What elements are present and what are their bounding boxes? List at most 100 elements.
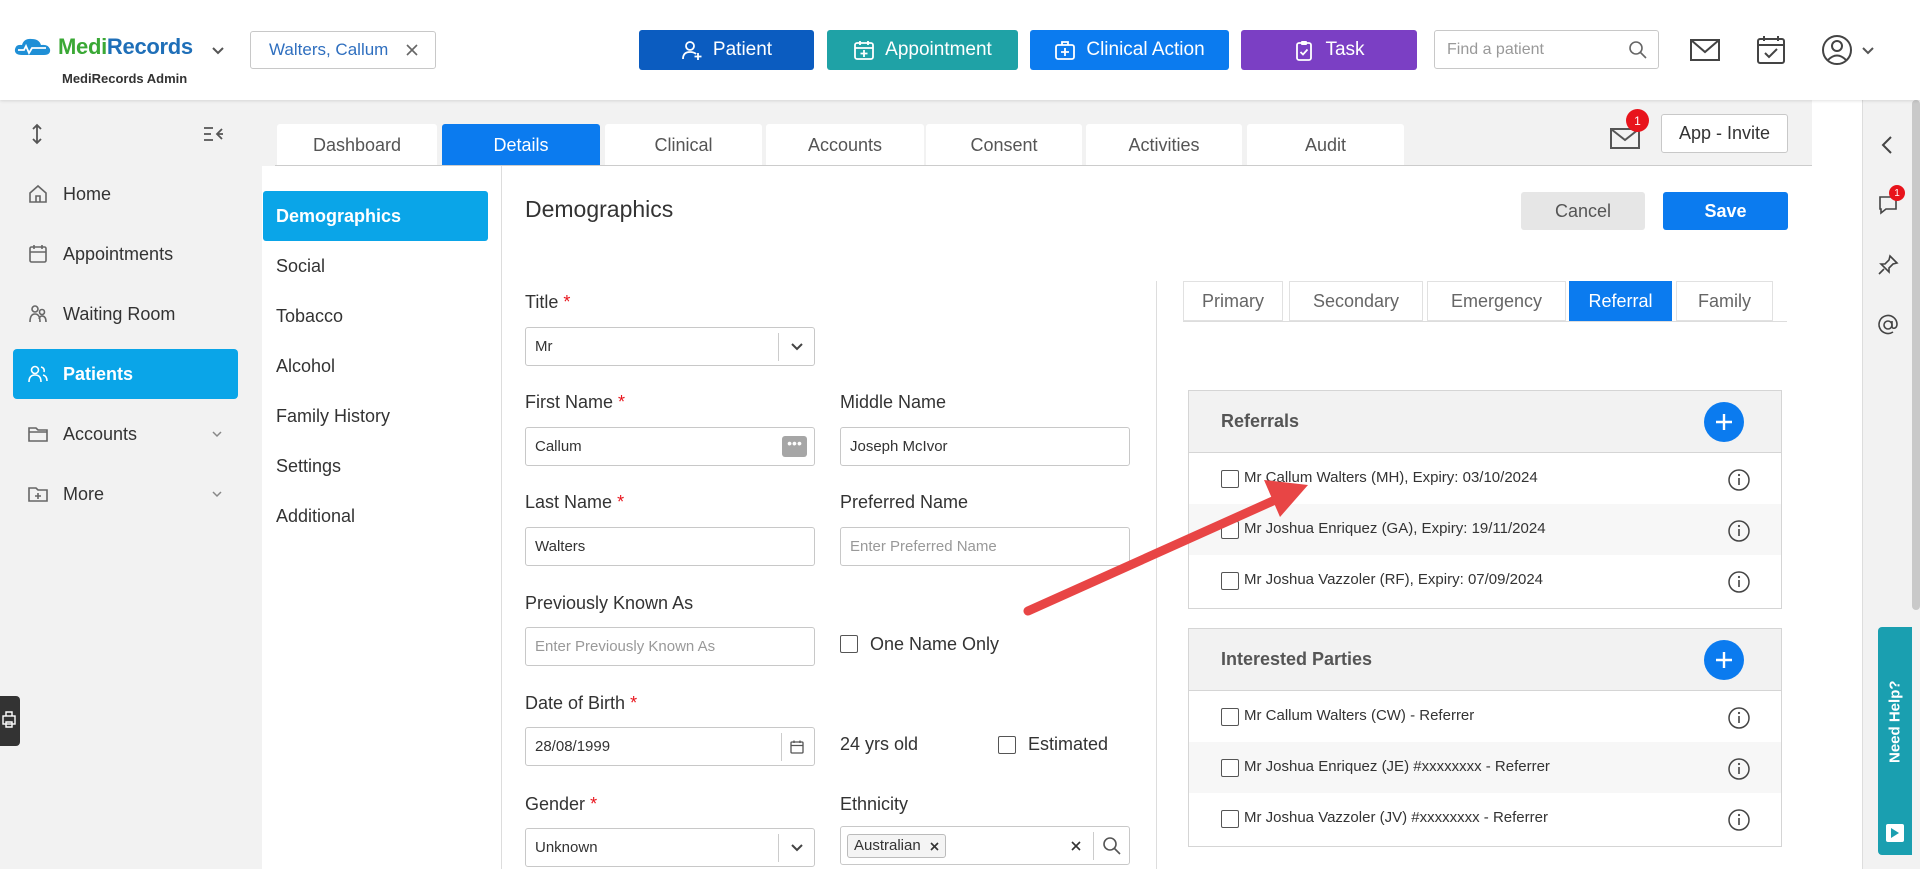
calendar-check-icon[interactable]	[1754, 33, 1788, 67]
sidebar-item-appointments[interactable]: Appointments	[13, 229, 238, 279]
field-divider	[1093, 832, 1094, 860]
at-sign-icon[interactable]	[1876, 313, 1900, 337]
tab-dashboard[interactable]: Dashboard	[277, 124, 437, 166]
calendar-icon	[29, 245, 47, 263]
first-name-label: First Name *	[525, 392, 626, 412]
subnav-alcohol[interactable]: Alcohol	[263, 341, 488, 391]
new-task-button[interactable]: Task	[1241, 30, 1417, 70]
sidebar-item-home[interactable]: Home	[13, 169, 238, 219]
add-referral-button[interactable]	[1704, 402, 1744, 442]
tab-consent[interactable]: Consent	[926, 124, 1082, 166]
new-patient-button[interactable]: Patient	[639, 30, 814, 70]
calendar-icon[interactable]	[789, 739, 805, 755]
sidebar-item-accounts[interactable]: Accounts	[13, 409, 238, 459]
find-patient-input[interactable]: Find a patient	[1434, 30, 1659, 69]
interested-party-checkbox[interactable]	[1221, 708, 1239, 726]
mail-icon[interactable]	[1688, 33, 1722, 67]
brand-logo[interactable]: MediRecords	[12, 34, 193, 60]
side-drawer-handle[interactable]	[0, 696, 20, 746]
info-icon[interactable]	[1727, 570, 1751, 594]
title-select[interactable]: Mr	[525, 327, 815, 366]
subnav-settings[interactable]: Settings	[263, 441, 488, 491]
estimated-checkbox[interactable]	[998, 736, 1016, 754]
interested-party-checkbox[interactable]	[1221, 759, 1239, 777]
patients-icon	[28, 365, 48, 383]
referral-checkbox[interactable]	[1221, 470, 1239, 488]
tab-audit[interactable]: Audit	[1247, 124, 1404, 166]
right-gutter	[1812, 100, 1862, 869]
info-icon[interactable]	[1727, 706, 1751, 730]
info-icon[interactable]	[1727, 808, 1751, 832]
pin-icon[interactable]	[1876, 253, 1900, 277]
chevron-left-icon[interactable]	[1876, 133, 1900, 157]
subnav-family-history[interactable]: Family History	[263, 391, 488, 441]
info-icon[interactable]	[1727, 519, 1751, 543]
preferred-name-field[interactable]: Enter Preferred Name	[840, 527, 1130, 566]
subnav-demographics[interactable]: Demographics	[263, 191, 488, 241]
tab-emergency[interactable]: Emergency	[1427, 281, 1566, 321]
app-invite-button[interactable]: App - Invite	[1661, 114, 1788, 153]
resize-vertical-icon[interactable]	[25, 122, 49, 146]
referrals-title: Referrals	[1221, 411, 1300, 431]
close-icon[interactable]	[403, 41, 421, 59]
gender-select[interactable]: Unknown	[525, 828, 815, 867]
referral-checkbox[interactable]	[1221, 521, 1239, 539]
scrollbar[interactable]	[1912, 100, 1920, 610]
user-circle-icon[interactable]	[1820, 33, 1854, 67]
clinical-action-button[interactable]: Clinical Action	[1030, 30, 1229, 70]
active-patient-chip[interactable]: Walters, Callum	[250, 31, 436, 69]
info-icon[interactable]	[1727, 757, 1751, 781]
new-patient-label: Patient	[712, 39, 773, 60]
sidebar-item-waiting-room[interactable]: Waiting Room	[13, 289, 238, 339]
subnav-tobacco[interactable]: Tobacco	[263, 291, 488, 341]
interested-parties-title: Interested Parties	[1221, 649, 1373, 669]
tab-referral[interactable]: Referral	[1569, 281, 1672, 321]
remove-tag-icon[interactable]	[929, 841, 940, 852]
info-icon[interactable]	[1727, 468, 1751, 492]
tab-primary[interactable]: Primary	[1183, 281, 1283, 321]
subnav-social[interactable]: Social	[263, 241, 488, 291]
save-button[interactable]: Save	[1663, 192, 1788, 230]
collapse-sidebar-icon[interactable]	[201, 122, 225, 146]
add-interested-party-button[interactable]	[1704, 640, 1744, 680]
cancel-button[interactable]: Cancel	[1521, 192, 1645, 230]
interested-party-checkbox[interactable]	[1221, 810, 1239, 828]
tab-clinical[interactable]: Clinical	[605, 124, 762, 166]
last-name-field[interactable]: Walters	[525, 527, 815, 566]
tab-accounts[interactable]: Accounts	[766, 124, 924, 166]
previously-known-as-label: Previously Known As	[525, 593, 694, 613]
clear-icon[interactable]	[1070, 840, 1082, 852]
new-appointment-button[interactable]: Appointment	[827, 30, 1018, 70]
tab-family[interactable]: Family	[1676, 281, 1773, 321]
sidebar-item-patients[interactable]: Patients	[13, 349, 238, 399]
previously-known-as-field[interactable]: Enter Previously Known As	[525, 627, 815, 666]
brand-name: MediRecords	[58, 34, 193, 59]
subnav-additional[interactable]: Additional	[263, 491, 488, 541]
chevron-down-icon[interactable]	[210, 43, 226, 59]
sidebar-item-more[interactable]: More	[13, 469, 238, 519]
tab-details[interactable]: Details	[442, 124, 600, 166]
new-task-label: Task	[1325, 39, 1365, 60]
one-name-only-label: One Name Only	[870, 634, 1000, 654]
referral-checkbox[interactable]	[1221, 572, 1239, 590]
middle-name-field[interactable]: Joseph McIvor	[840, 427, 1130, 466]
select-divider	[778, 834, 779, 862]
one-name-only-checkbox[interactable]	[840, 635, 858, 653]
first-name-field[interactable]: Callum •••	[525, 427, 815, 466]
search-icon[interactable]	[1628, 40, 1648, 60]
sidebar-item-label: More	[63, 483, 105, 504]
dob-field[interactable]: 28/08/1999	[525, 727, 815, 766]
referrals-panel: Referrals Mr Callum Walters (MH), Expiry…	[1188, 390, 1782, 609]
add-user-icon	[682, 41, 702, 60]
clipboard-check-icon	[1296, 41, 1313, 61]
ethnicity-field[interactable]: Australian	[840, 826, 1130, 865]
interested-party-text: Mr Joshua Vazzoler (JV) #xxxxxxxx - Refe…	[1244, 809, 1548, 826]
tab-secondary[interactable]: Secondary	[1289, 281, 1423, 321]
mail-count-badge: 1	[1626, 109, 1649, 132]
tab-activities[interactable]: Activities	[1086, 124, 1242, 166]
more-options-icon[interactable]: •••	[782, 436, 807, 457]
chevron-down-icon[interactable]	[1860, 43, 1876, 59]
find-patient-placeholder: Find a patient	[1447, 41, 1544, 58]
search-icon[interactable]	[1102, 836, 1122, 856]
referral-text: Mr Joshua Vazzoler (RF), Expiry: 07/09/2…	[1244, 571, 1544, 588]
